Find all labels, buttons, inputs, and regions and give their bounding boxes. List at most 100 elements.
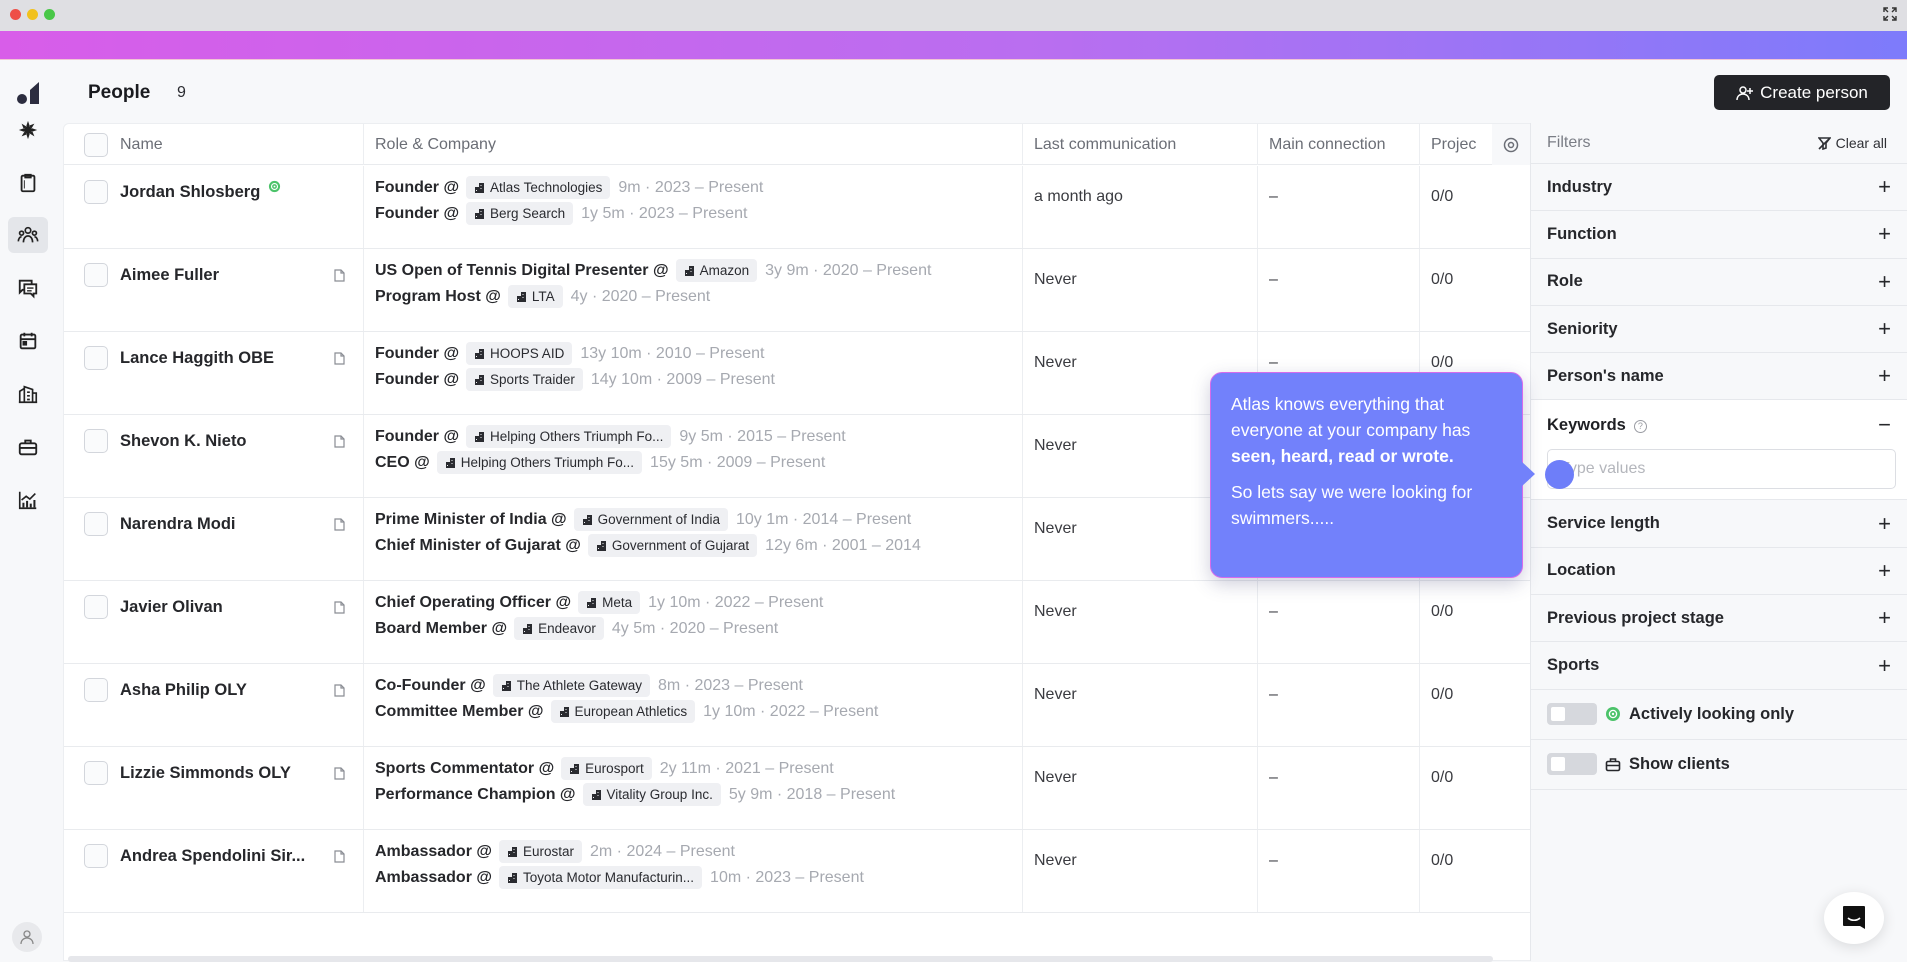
document-icon[interactable] — [334, 684, 345, 697]
company-chip[interactable]: Atlas Technologies — [466, 176, 611, 199]
select-all-checkbox[interactable] — [84, 132, 108, 157]
name-cell[interactable]: Aimee Fuller — [64, 249, 363, 331]
document-icon[interactable] — [334, 601, 345, 614]
create-person-button[interactable]: Create person — [1714, 75, 1890, 110]
row-checkbox[interactable] — [84, 678, 108, 702]
company-chip[interactable]: HOOPS AID — [466, 342, 573, 365]
row-checkbox[interactable] — [84, 595, 108, 619]
company-chip[interactable]: Helping Others Triumph Fo... — [466, 425, 672, 448]
keywords-input[interactable] — [1547, 449, 1896, 490]
name-cell[interactable]: Shevon K. Nieto — [64, 415, 363, 497]
sidebar-item-jobs[interactable] — [8, 429, 48, 465]
person-name[interactable]: Shevon K. Nieto — [120, 432, 247, 451]
minimize-window-button[interactable] — [27, 9, 38, 20]
sidebar-item-calendar[interactable] — [8, 323, 48, 359]
app-logo[interactable] — [15, 78, 43, 106]
filter-sports[interactable]: Sports + — [1531, 642, 1907, 690]
company-chip[interactable]: Toyota Motor Manufacturin... — [498, 866, 703, 889]
tour-hotspot[interactable] — [1545, 460, 1574, 489]
person-name[interactable]: Aimee Fuller — [120, 266, 219, 285]
plus-icon[interactable]: + — [1878, 221, 1891, 247]
user-avatar[interactable] — [12, 922, 42, 952]
chat-launcher-button[interactable] — [1824, 892, 1884, 944]
document-icon[interactable] — [334, 767, 345, 780]
row-checkbox[interactable] — [84, 512, 108, 536]
column-header-role-company[interactable]: Role & Company — [363, 124, 1022, 165]
row-checkbox[interactable] — [84, 346, 108, 370]
expand-icon[interactable] — [1883, 7, 1897, 21]
maximize-window-button[interactable] — [44, 9, 55, 20]
document-icon[interactable] — [334, 435, 345, 448]
filter-service-length[interactable]: Service length + — [1531, 500, 1907, 548]
table-row[interactable]: Jordan Shlosberg Founder @ Atlas Technolog… — [64, 166, 1530, 249]
sidebar-item-analytics[interactable] — [8, 482, 48, 518]
table-row[interactable]: Lizzie Simmonds OLY Sports Commentator @ E… — [64, 747, 1530, 830]
document-icon[interactable] — [334, 850, 345, 863]
plus-icon[interactable]: + — [1878, 269, 1891, 295]
toggle-switch[interactable] — [1547, 703, 1597, 726]
person-name[interactable]: Javier Olivan — [120, 598, 223, 617]
plus-icon[interactable]: + — [1878, 316, 1891, 342]
column-header-last-communication[interactable]: Last communication — [1022, 124, 1257, 165]
close-window-button[interactable] — [10, 9, 21, 20]
row-checkbox[interactable] — [84, 761, 108, 785]
table-row[interactable]: Aimee Fuller US Open of Tennis Digital Pr… — [64, 249, 1530, 332]
plus-icon[interactable]: + — [1878, 174, 1891, 200]
name-cell[interactable]: Lizzie Simmonds OLY — [64, 747, 363, 829]
plus-icon[interactable]: + — [1878, 511, 1891, 537]
company-chip[interactable]: Meta — [578, 591, 641, 614]
sidebar-item-conversations[interactable] — [8, 270, 48, 306]
document-icon[interactable] — [334, 269, 345, 282]
filter-seniority[interactable]: Seniority + — [1531, 306, 1907, 354]
row-checkbox[interactable] — [84, 844, 108, 868]
company-chip[interactable]: Eurosport — [561, 757, 652, 780]
filter-role[interactable]: Role + — [1531, 259, 1907, 306]
plus-icon[interactable]: + — [1878, 605, 1891, 631]
person-name[interactable]: Lance Haggith OBE — [120, 349, 274, 368]
person-name[interactable]: Lizzie Simmonds OLY — [120, 764, 291, 783]
document-icon[interactable] — [334, 518, 345, 531]
company-chip[interactable]: Amazon — [675, 259, 758, 282]
person-name[interactable]: Jordan Shlosberg — [120, 183, 260, 202]
filter-previous-project-stage[interactable]: Previous project stage + — [1531, 595, 1907, 643]
name-cell[interactable]: Lance Haggith OBE — [64, 332, 363, 414]
toggle-switch[interactable] — [1547, 753, 1597, 776]
clear-all-button[interactable]: Clear all — [1817, 135, 1887, 151]
company-chip[interactable]: The Athlete Gateway — [492, 674, 651, 697]
company-chip[interactable]: Berg Search — [466, 202, 574, 225]
company-chip[interactable]: Government of Gujarat — [587, 534, 758, 557]
document-icon[interactable] — [334, 352, 345, 365]
name-cell[interactable]: Narendra Modi — [64, 498, 363, 580]
filter-person-s-name[interactable]: Person's name + — [1531, 353, 1907, 401]
company-chip[interactable]: European Athletics — [550, 700, 696, 723]
company-chip[interactable]: Government of India — [573, 508, 728, 531]
row-checkbox[interactable] — [84, 429, 108, 453]
plus-icon[interactable]: + — [1878, 558, 1891, 584]
company-chip[interactable]: Sports Traider — [466, 368, 583, 391]
name-cell[interactable]: Andrea Spendolini Sir... — [64, 830, 363, 912]
sidebar-item-people[interactable] — [8, 217, 48, 253]
horizontal-scrollbar[interactable] — [68, 956, 1493, 962]
person-name[interactable]: Asha Philip OLY — [120, 681, 247, 700]
collapse-icon[interactable]: − — [1878, 412, 1891, 438]
column-header-main-connection[interactable]: Main connection — [1257, 124, 1419, 165]
name-cell[interactable]: Javier Olivan — [64, 581, 363, 663]
sidebar-item-projects[interactable] — [8, 165, 48, 201]
company-chip[interactable]: Eurostar — [498, 840, 582, 863]
table-row[interactable]: Javier Olivan Chief Operating Officer @ Me… — [64, 581, 1530, 664]
company-chip[interactable]: Vitality Group Inc. — [582, 783, 721, 806]
plus-icon[interactable]: + — [1878, 363, 1891, 389]
filter-function[interactable]: Function + — [1531, 211, 1907, 259]
company-chip[interactable]: LTA — [507, 285, 563, 308]
column-settings-button[interactable] — [1492, 124, 1530, 165]
person-name[interactable]: Narendra Modi — [120, 515, 236, 534]
column-header-name[interactable]: Name — [64, 124, 363, 165]
filter-location[interactable]: Location + — [1531, 548, 1907, 596]
sidebar-item-dashboard[interactable] — [8, 112, 48, 148]
person-name[interactable]: Andrea Spendolini Sir... — [120, 847, 305, 866]
table-row[interactable]: Asha Philip OLY Co-Founder @ The Athlete G… — [64, 664, 1530, 747]
help-icon[interactable]: ? — [1633, 419, 1647, 433]
table-row[interactable]: Andrea Spendolini Sir... Ambassador @ Euro… — [64, 830, 1530, 913]
company-chip[interactable]: Endeavor — [514, 617, 604, 640]
row-checkbox[interactable] — [84, 180, 108, 204]
